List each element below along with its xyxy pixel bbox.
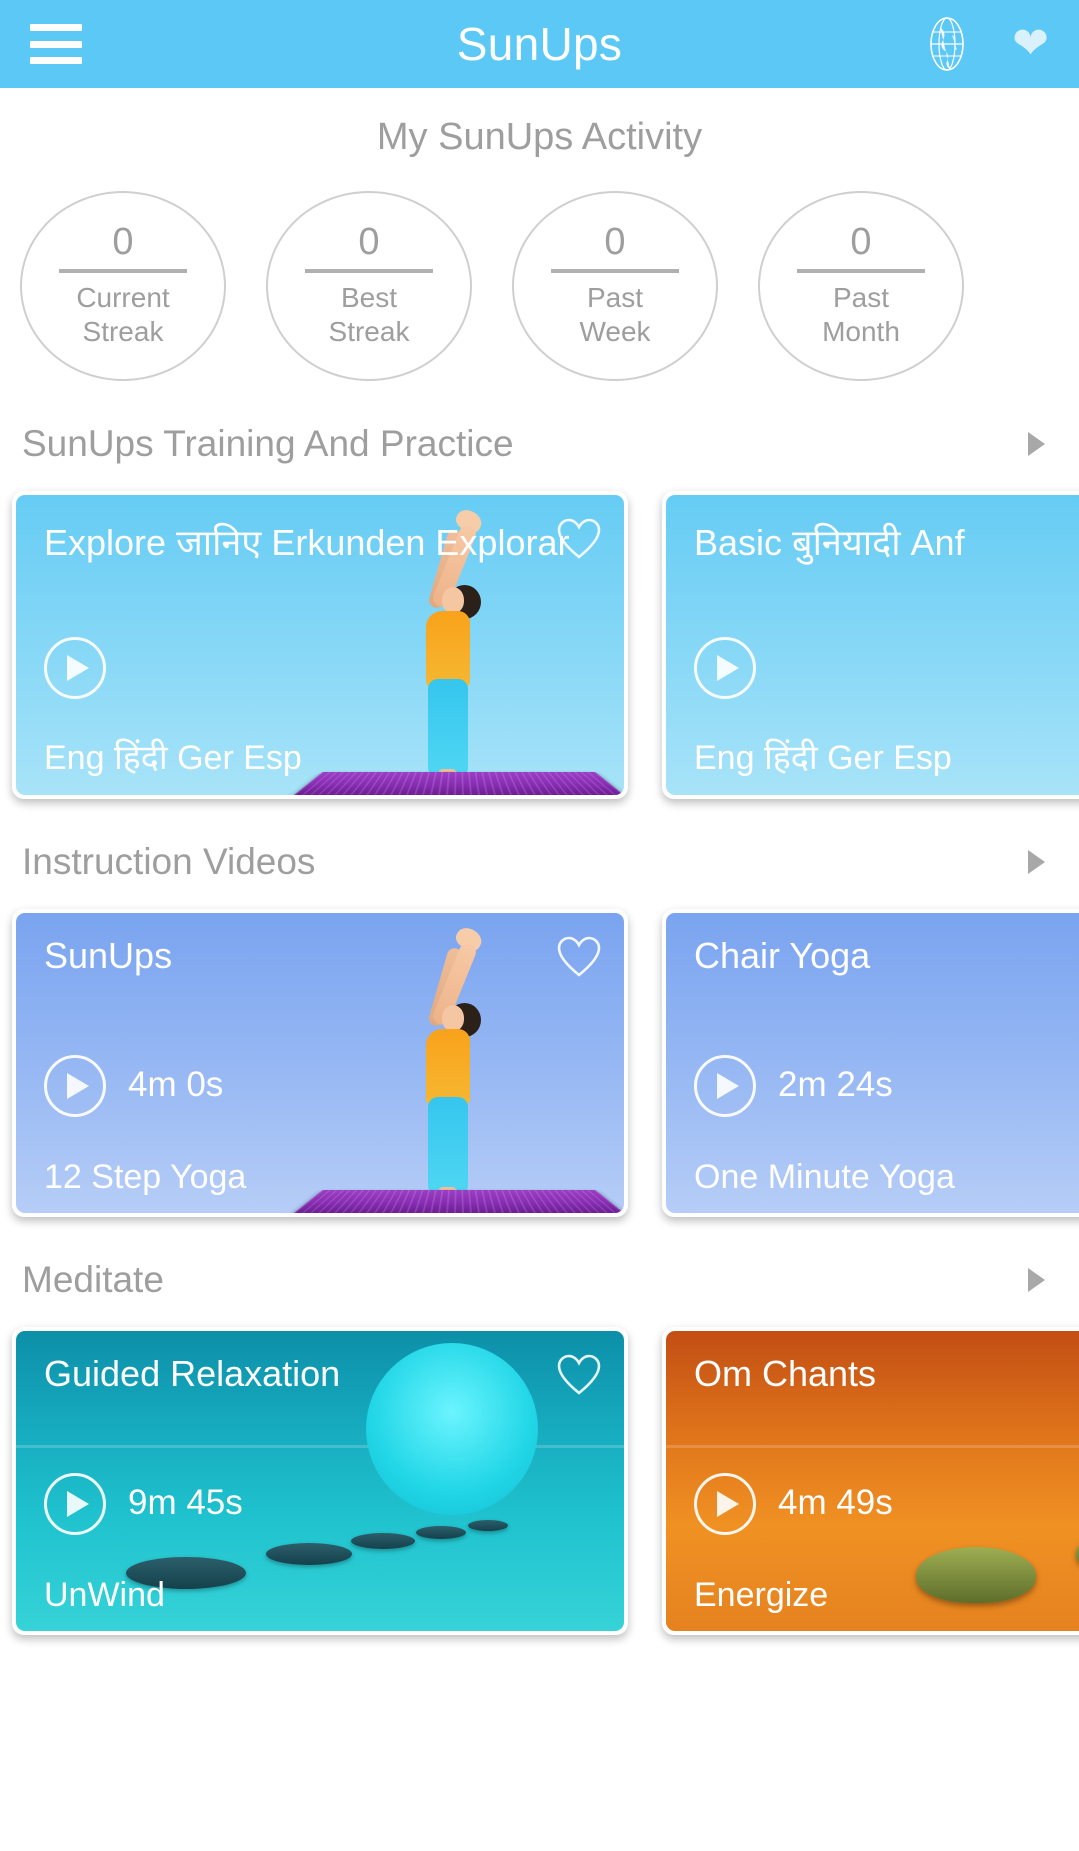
stat-past-week[interactable]: 0 Past Week: [512, 191, 718, 381]
section-title: Instruction Videos: [22, 841, 316, 882]
horizon-line: [666, 1445, 1079, 1448]
stat-label-line1: Past: [586, 281, 643, 313]
app-header: SunUps ❤: [0, 0, 1079, 88]
stat-value: 0: [358, 220, 380, 263]
stat-current-streak[interactable]: 0 Current Streak: [20, 191, 226, 381]
activity-section-title: My SunUps Activity: [376, 116, 703, 158]
stat-best-streak[interactable]: 0 Best Streak: [266, 191, 472, 381]
stat-label-line2: Month: [822, 316, 900, 347]
stat-label-line2: Streak: [82, 316, 164, 347]
section-header-training[interactable]: SunUps Training And Practice: [0, 423, 1079, 465]
stat-label-line2: Week: [579, 316, 651, 347]
card-footer-label: One Minute Yoga: [694, 1158, 955, 1196]
card-duration: 4m 0s: [128, 1065, 224, 1104]
card-surface: Chair Yoga 2m 24s One Minute Yoga: [666, 913, 1079, 1213]
heart-icon[interactable]: [556, 517, 602, 563]
card-title: Om Chants: [694, 1353, 877, 1394]
play-button[interactable]: [44, 1473, 106, 1535]
stone-illustration: [416, 1526, 466, 1539]
section-header-instruction-videos[interactable]: Instruction Videos: [0, 841, 1079, 883]
arrow-right-icon[interactable]: [1028, 850, 1045, 874]
training-card[interactable]: Explore जानिए Erkunden Explorar Eng हिंद…: [12, 491, 628, 799]
video-card[interactable]: SunUps 4m 0s 12 Step Yoga: [12, 909, 628, 1217]
stat-label-line1: Past: [832, 281, 889, 313]
stat-label: Past Month: [822, 281, 900, 349]
heart-icon[interactable]: [556, 935, 602, 981]
card-surface: Explore जानिए Erkunden Explorar Eng हिंद…: [16, 495, 624, 795]
card-title: Chair Yoga: [694, 935, 871, 976]
stat-divider: [551, 268, 679, 273]
stone-illustration: [468, 1520, 508, 1531]
stat-label-line2: Streak: [328, 316, 410, 347]
video-card[interactable]: Chair Yoga 2m 24s One Minute Yoga: [662, 909, 1079, 1217]
stat-past-month[interactable]: 0 Past Month: [758, 191, 964, 381]
stat-divider: [59, 268, 187, 273]
hamburger-bar: [30, 40, 82, 48]
stat-label: Past Week: [579, 281, 650, 349]
card-row-instruction-videos[interactable]: SunUps 4m 0s 12 Step Yoga Chair Yoga 2m …: [0, 909, 1079, 1217]
play-button[interactable]: [44, 1055, 106, 1117]
heart-icon[interactable]: [556, 1353, 602, 1399]
globe-icon[interactable]: [922, 17, 972, 71]
hamburger-menu-icon[interactable]: [30, 24, 82, 64]
stat-divider: [797, 268, 925, 273]
card-duration: 2m 24s: [778, 1065, 893, 1104]
stone-illustration: [351, 1533, 415, 1549]
card-row-meditate[interactable]: Guided Relaxation 9m 45s UnWind Om Chant…: [0, 1327, 1079, 1635]
play-button[interactable]: [694, 637, 756, 699]
stat-label-line1: Best: [340, 281, 398, 313]
play-button[interactable]: [694, 1473, 756, 1535]
section-title: Meditate: [22, 1259, 164, 1300]
stat-label-line1: Current: [76, 281, 170, 313]
stat-value: 0: [850, 220, 872, 263]
yoga-mat-illustration: [294, 1189, 624, 1213]
stat-label: Current Streak: [76, 281, 169, 349]
card-surface: SunUps 4m 0s 12 Step Yoga: [16, 913, 624, 1213]
heart-icon[interactable]: ❤: [1012, 22, 1049, 66]
arrow-right-icon[interactable]: [1028, 432, 1045, 456]
app-title: SunUps: [456, 18, 623, 70]
card-footer-label: Eng हिंदी Ger Esp: [694, 739, 952, 777]
card-surface: Basic बुनियादी Anf Eng हिंदी Ger Esp: [666, 495, 1079, 795]
stone-illustration: [266, 1543, 352, 1565]
hamburger-bar: [30, 57, 82, 64]
meditate-card[interactable]: Om Chants 4m 49s Energize: [662, 1327, 1079, 1635]
section-header-meditate[interactable]: Meditate: [0, 1259, 1079, 1301]
card-duration: 4m 49s: [778, 1483, 893, 1522]
meditate-card[interactable]: Guided Relaxation 9m 45s UnWind: [12, 1327, 628, 1635]
stat-value: 0: [112, 220, 134, 263]
card-footer-label: Eng हिंदी Ger Esp: [44, 739, 302, 777]
stat-divider: [305, 268, 433, 273]
card-footer-label: 12 Step Yoga: [44, 1158, 247, 1196]
stat-value: 0: [604, 220, 626, 263]
stat-label: Best Streak: [329, 281, 410, 349]
section-title: SunUps Training And Practice: [22, 423, 514, 464]
card-footer-label: Energize: [694, 1576, 829, 1614]
card-title: Basic बुनियादी Anf: [694, 522, 965, 563]
hamburger-bar: [30, 24, 82, 31]
activity-stats-row: 0 Current Streak 0 Best Streak 0 Past We…: [0, 191, 1079, 381]
card-title: Guided Relaxation: [44, 1353, 341, 1394]
play-button[interactable]: [694, 1055, 756, 1117]
training-card[interactable]: Basic बुनियादी Anf Eng हिंदी Ger Esp: [662, 491, 1079, 799]
card-footer-label: UnWind: [44, 1576, 165, 1614]
card-surface: Om Chants 4m 49s Energize: [666, 1331, 1079, 1631]
card-duration: 9m 45s: [128, 1483, 243, 1522]
header-actions: ❤: [922, 17, 1049, 71]
card-row-training[interactable]: Explore जानिए Erkunden Explorar Eng हिंद…: [0, 491, 1079, 799]
stone-illustration: [916, 1547, 1036, 1603]
card-surface: Guided Relaxation 9m 45s UnWind: [16, 1331, 624, 1631]
play-button[interactable]: [44, 637, 106, 699]
card-title: SunUps: [44, 935, 173, 976]
card-title: Explore जानिए Erkunden Explorar: [44, 522, 570, 563]
yoga-mat-illustration: [294, 771, 624, 795]
arrow-right-icon[interactable]: [1028, 1268, 1045, 1292]
